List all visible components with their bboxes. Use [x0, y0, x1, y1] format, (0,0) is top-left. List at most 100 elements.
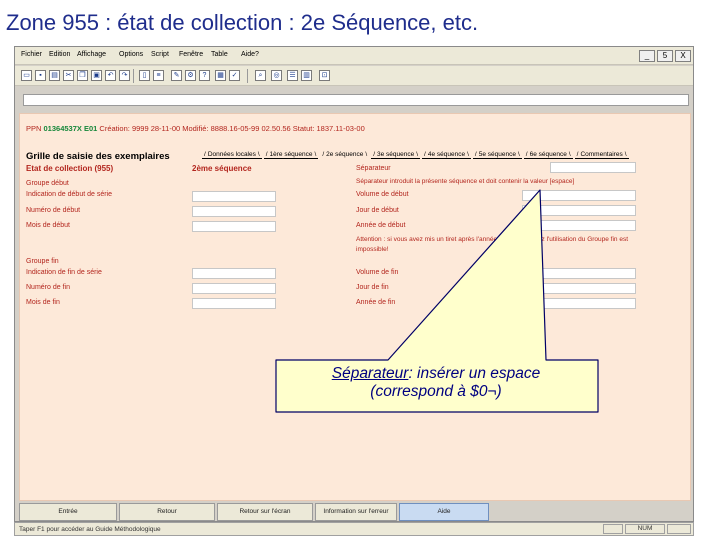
search-icon[interactable]: ⊡ — [319, 70, 330, 81]
slide-title: Zone 955 : état de collection : 2e Séque… — [6, 10, 479, 35]
app-window: Fichier Edition Affichage Options Script… — [14, 46, 694, 522]
entree-button[interactable]: Entrée — [19, 503, 117, 521]
cut-icon[interactable]: ✂ — [63, 70, 74, 81]
label-num-fin: Numéro de fin — [26, 284, 70, 291]
window-controls: _ 5 X — [639, 50, 691, 62]
record-meta: PPN 01364537X E01 Création: 9999 28-11-0… — [26, 124, 365, 133]
redo-icon[interactable]: ↷ — [119, 70, 130, 81]
info-erreur-button[interactable]: Information sur l'erreur — [315, 503, 397, 521]
toolbar-separator — [247, 69, 248, 83]
separateur-field[interactable] — [550, 162, 636, 173]
command-input[interactable] — [23, 94, 689, 106]
menu-fenetre[interactable]: Fenêtre — [179, 51, 203, 58]
status-cell — [667, 524, 691, 534]
function-button-bar: Entrée Retour Retour sur l'écran Informa… — [19, 503, 691, 521]
doc-icon[interactable]: ▯ — [139, 70, 150, 81]
menu-options[interactable]: Options — [119, 51, 143, 58]
menu-fichier[interactable]: Fichier — [21, 51, 42, 58]
section-header-sequence: 2ème séquence — [192, 164, 252, 173]
label-mois-fin: Mois de fin — [26, 299, 60, 306]
callout-line2: (correspond à $0¬) — [370, 383, 502, 400]
indic-debut-field[interactable] — [192, 191, 276, 202]
menu-table[interactable]: Table — [211, 51, 228, 58]
label-annee-fin: Année de fin — [356, 299, 396, 306]
label-groupe-fin: Groupe fin — [26, 258, 59, 265]
search-icon[interactable]: ⌕ — [255, 70, 266, 81]
sequence-tabs: Données locales 1ère séquence 2e séquenc… — [202, 151, 629, 159]
label-separateur: Séparateur — [356, 165, 391, 172]
tab-2e-sequence[interactable]: 2e séquence — [320, 151, 369, 159]
ppn-value: 01364537X E01 — [43, 124, 98, 133]
tab-5e-sequence[interactable]: 5e séquence — [472, 151, 522, 159]
num-fin-field[interactable] — [192, 283, 276, 294]
label-vol-debut: Volume de début — [356, 191, 409, 198]
menu-edition[interactable]: Edition — [49, 51, 70, 58]
restore-button[interactable]: 5 — [657, 50, 673, 62]
menu-script[interactable]: Script — [151, 51, 169, 58]
grid-title: Grille de saisie des exemplaires — [26, 151, 170, 162]
section-header-955: Etat de collection (955) — [26, 164, 114, 173]
label-jour-debut: Jour de début — [356, 207, 399, 214]
callout-term: Séparateur — [331, 365, 409, 382]
tab-4e-sequence[interactable]: 4e séquence — [422, 151, 471, 159]
separateur-help: Séparateur introduit la présente séquenc… — [356, 178, 575, 185]
grid-icon[interactable]: ▦ — [215, 70, 226, 81]
tab-6e-sequence[interactable]: 6e séquence — [523, 151, 573, 159]
tab-3e-sequence[interactable]: 3e séquence — [371, 151, 421, 159]
save-icon[interactable]: ▪ — [35, 70, 46, 81]
ppn-label: PPN — [26, 124, 42, 133]
callout-text: Séparateur: insérer un espace (correspon… — [276, 365, 596, 401]
aide-button[interactable]: Aide — [399, 503, 489, 521]
copy-icon[interactable]: ❐ — [77, 70, 88, 81]
retour-button[interactable]: Retour — [119, 503, 215, 521]
jour-debut-field[interactable] — [522, 205, 636, 216]
paste-icon[interactable]: ▣ — [91, 70, 102, 81]
retour-ecran-button[interactable]: Retour sur l'écran — [217, 503, 313, 521]
num-debut-field[interactable] — [192, 206, 276, 217]
tools-icon[interactable]: ⚙ — [185, 70, 196, 81]
vol-fin-field[interactable] — [522, 268, 636, 279]
toolbar: ▭ ▪ ▤ ✂ ❐ ▣ ↶ ↷ ▯ ≡ ✎ ⚙ ? ▦ ✓ ⌕ ◎ ☰ ▥ ⊡ — [15, 66, 693, 86]
print-icon[interactable]: ▤ — [49, 70, 60, 81]
label-annee-debut: Année de début — [356, 222, 406, 229]
list-icon[interactable]: ☰ — [287, 70, 298, 81]
menu-aide[interactable]: Aide? — [241, 51, 259, 58]
check-icon[interactable]: ✓ — [229, 70, 240, 81]
toolbar-separator — [133, 69, 134, 83]
help-icon[interactable]: ? — [199, 70, 210, 81]
label-indic-fin: Indication de fin de série — [26, 269, 102, 276]
zoom-icon[interactable]: ◎ — [271, 70, 282, 81]
annee-fin-field[interactable] — [522, 298, 636, 309]
close-button[interactable]: X — [675, 50, 691, 62]
tab-commentaires[interactable]: Commentaires — [574, 151, 629, 159]
annee-debut-field[interactable] — [522, 220, 636, 231]
record-dates: Création: 9999 28-11-00 Modifié: 8888.16… — [99, 124, 365, 133]
menu-affichage[interactable]: Affichage — [77, 51, 106, 58]
undo-icon[interactable]: ↶ — [105, 70, 116, 81]
list-icon[interactable]: ≡ — [153, 70, 164, 81]
edit-icon[interactable]: ▥ — [301, 70, 312, 81]
status-cell — [603, 524, 623, 534]
jour-fin-field[interactable] — [522, 283, 636, 294]
warning-line-2: impossible! — [356, 246, 389, 253]
callout-line1: : insérer un espace — [408, 365, 541, 382]
record-panel: PPN 01364537X E01 Création: 9999 28-11-0… — [19, 113, 691, 501]
minimize-button[interactable]: _ — [639, 50, 655, 62]
edit-icon[interactable]: ✎ — [171, 70, 182, 81]
warning-line-1: Attention : si vous avez mis un tiret ap… — [356, 236, 629, 243]
label-groupe-debut: Groupe début — [26, 180, 69, 187]
tab-donnees-locales[interactable]: Données locales — [202, 151, 262, 159]
label-indic-debut: Indication de début de série — [26, 191, 113, 198]
vol-debut-field[interactable] — [522, 190, 636, 201]
mois-fin-field[interactable] — [192, 298, 276, 309]
status-bar: Taper F1 pour accéder au Guide Méthodolo… — [14, 522, 694, 536]
menu-bar: Fichier Edition Affichage Options Script… — [15, 47, 693, 65]
indic-fin-field[interactable] — [192, 268, 276, 279]
status-text: Taper F1 pour accéder au Guide Méthodolo… — [19, 526, 161, 533]
label-vol-fin: Volume de fin — [356, 269, 399, 276]
label-num-debut: Numéro de début — [26, 207, 81, 214]
label-mois-debut: Mois de début — [26, 222, 70, 229]
mois-debut-field[interactable] — [192, 221, 276, 232]
folder-icon[interactable]: ▭ — [21, 70, 32, 81]
tab-1ere-sequence[interactable]: 1ère séquence — [263, 151, 319, 159]
